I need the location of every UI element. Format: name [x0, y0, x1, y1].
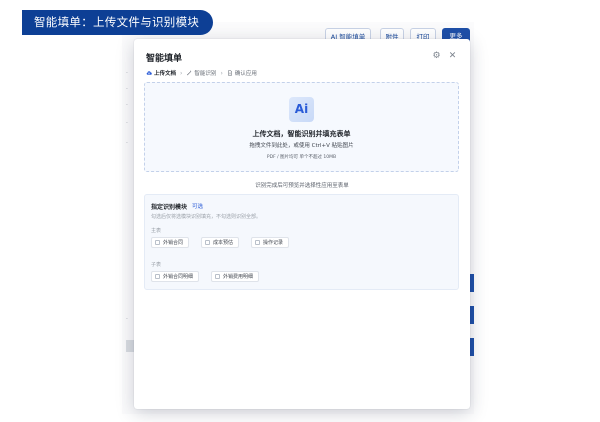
smart-fill-dialog: 智能填单 ⚙ ✕ 上传文档 › 智能识别 › 确认应用 Ai 上传文档，智能识别…: [134, 39, 470, 409]
chevron-right-icon: ›: [180, 69, 183, 77]
step-label: 智能识别: [194, 71, 217, 77]
checkbox-box[interactable]: [255, 240, 260, 245]
checkbox-label: 外销合同: [163, 240, 184, 246]
upload-dropzone[interactable]: Ai 上传文档，智能识别并填充表单 拖拽文件到此处，或使用 Ctrl+V 粘贴图…: [144, 82, 459, 172]
background-accent-stripe: [470, 338, 474, 356]
module-selector-help: 勾选后仅将选模块识别填充，不勾选则识别全部。: [151, 214, 262, 220]
magic-wand-icon: [187, 70, 192, 76]
checkbox-box[interactable]: [205, 240, 210, 245]
step-confirm[interactable]: 确认应用: [227, 69, 257, 77]
checkbox-box[interactable]: [155, 240, 160, 245]
background-accent-stripe: [470, 274, 474, 292]
module-checkbox[interactable]: 外销合同: [151, 237, 190, 248]
checkbox-box[interactable]: [215, 274, 220, 279]
module-checkbox[interactable]: 外销合同明细: [151, 271, 200, 282]
checkbox-box[interactable]: [155, 274, 160, 279]
background-accent-stripe: [470, 306, 474, 324]
settings-icon[interactable]: ⚙: [431, 51, 442, 62]
step-breadcrumb: 上传文档 › 智能识别 › 确认应用: [146, 68, 257, 78]
preview-notice: 识别完成后可预览并选择性应用至表单: [255, 183, 349, 189]
upload-hint: PDF / 图片均可 单个不超过 10MB: [266, 155, 337, 160]
caption-banner: 智能填单：上传文件与识别模块: [22, 10, 213, 35]
step-label: 确认应用: [234, 71, 257, 77]
upload-subtitle: 拖拽文件到此处，或使用 Ctrl+V 粘贴图片: [249, 143, 354, 149]
upload-title: 上传文档，智能识别并填充表单: [252, 130, 351, 138]
module-checkbox[interactable]: 外销费用明细: [211, 271, 260, 282]
ai-logo-icon: Ai: [289, 97, 314, 122]
background-scroll-block: [126, 340, 134, 352]
module-checkbox[interactable]: 成本预估: [201, 237, 240, 248]
checkbox-label: 外销费用明细: [223, 274, 254, 280]
step-upload[interactable]: 上传文档: [146, 69, 176, 77]
group-label-main: 主表: [151, 228, 162, 234]
step-recognize[interactable]: 智能识别: [186, 69, 216, 77]
module-selector-title: 指定识别模块: [151, 204, 188, 211]
module-selector: 指定识别模块 可选 勾选后仅将选模块识别填充，不勾选则识别全部。 主表 外销合同…: [144, 194, 459, 290]
checkbox-label: 外销合同明细: [163, 274, 194, 280]
step-label: 上传文档: [154, 71, 177, 77]
optional-tag: 可选: [192, 204, 204, 210]
close-icon[interactable]: ✕: [447, 51, 458, 62]
chevron-right-icon: ›: [220, 69, 223, 77]
module-checkbox[interactable]: 操作记录: [251, 237, 290, 248]
checkbox-label: 操作记录: [263, 240, 284, 246]
dialog-title: 智能填单: [146, 54, 183, 64]
document-icon: [228, 70, 232, 76]
group-label-sub: 子表: [151, 262, 162, 268]
cloud-upload-icon: [146, 71, 152, 75]
checkbox-label: 成本预估: [213, 240, 234, 246]
